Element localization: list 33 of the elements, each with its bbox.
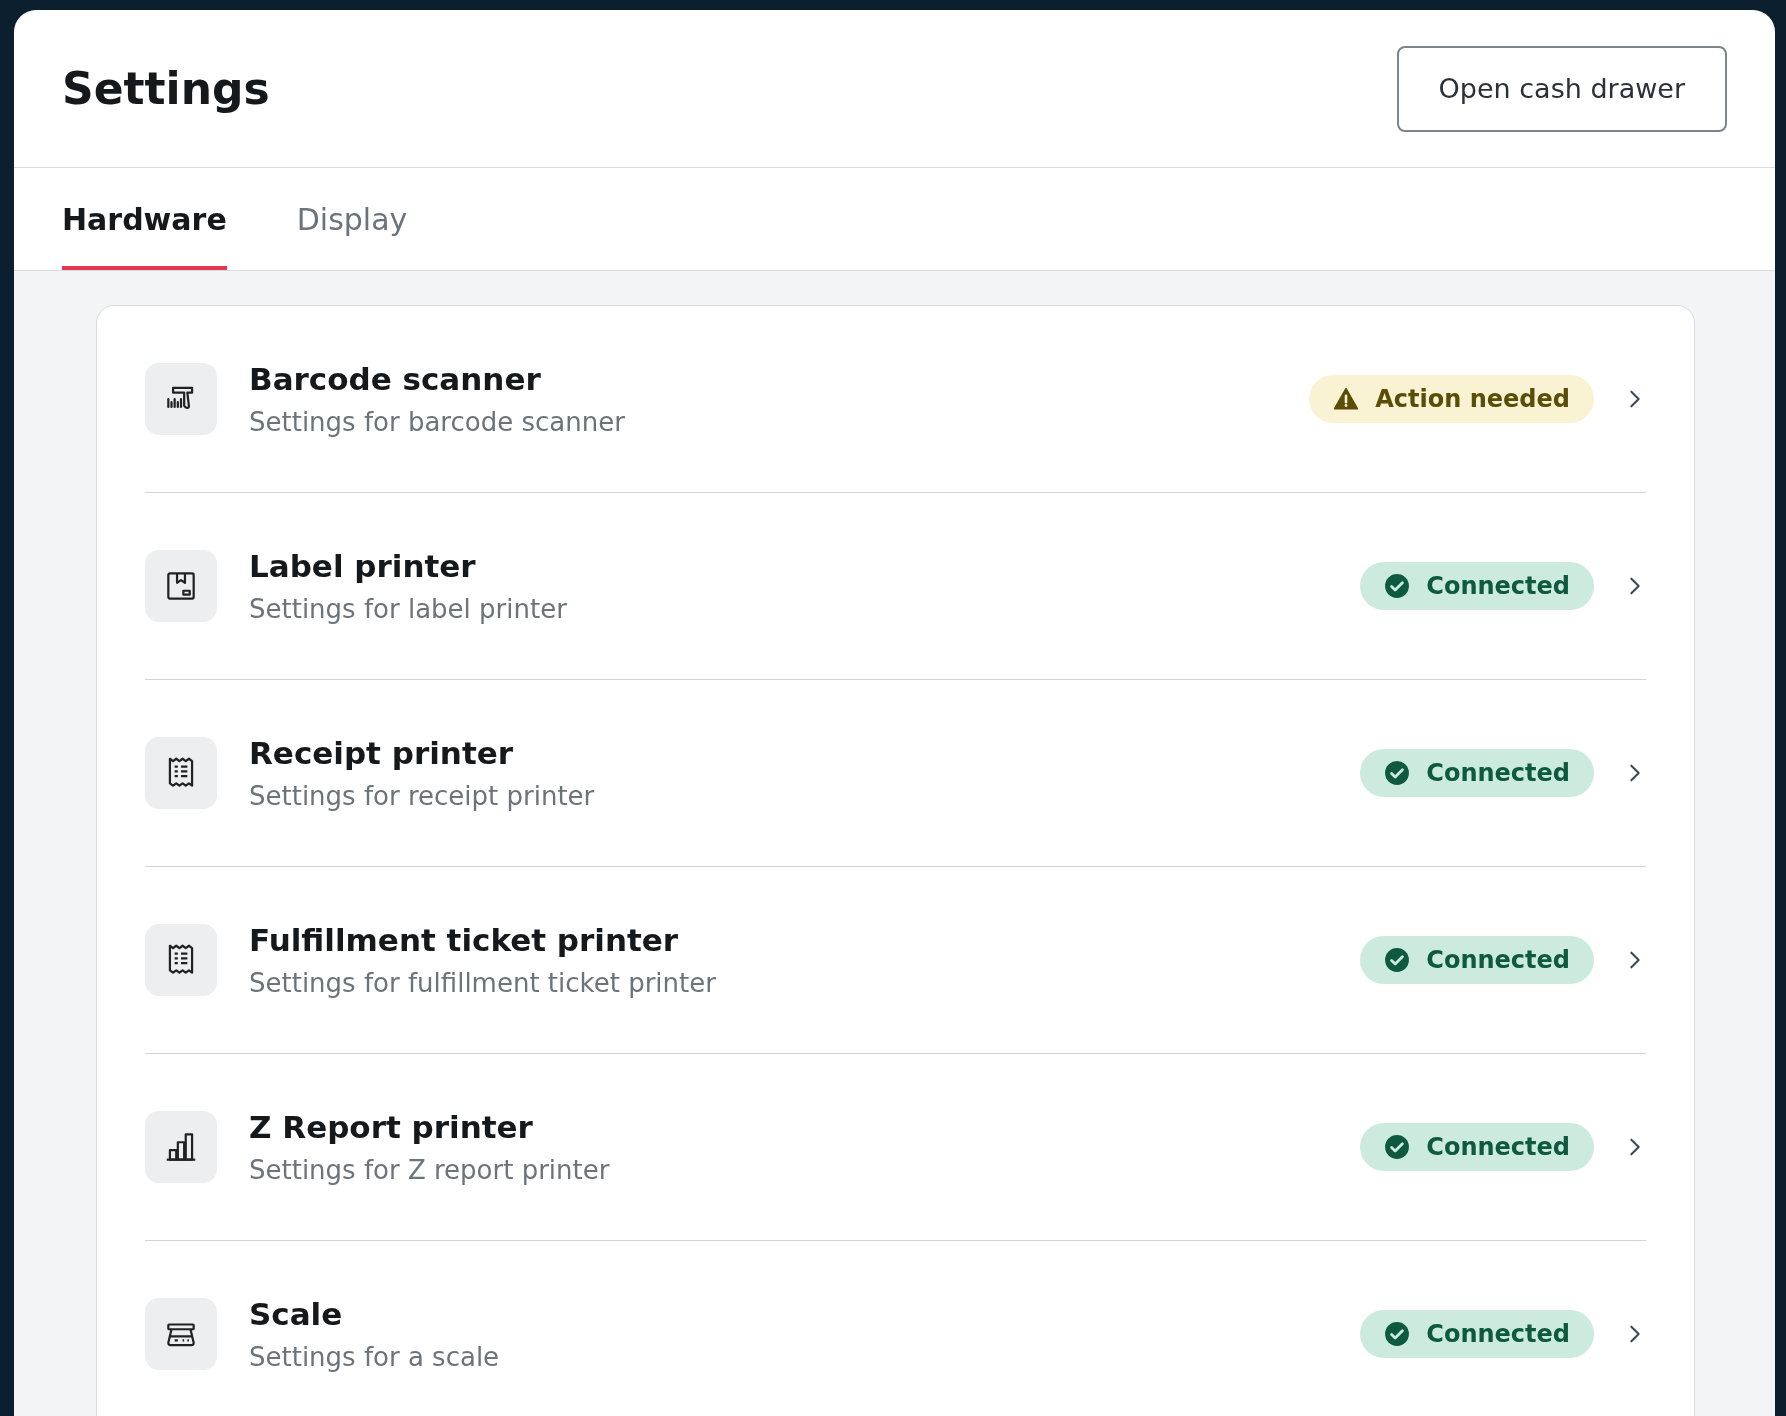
device-title: Scale <box>249 1296 344 1332</box>
device-title: Fulfillment ticket printer <box>249 922 680 958</box>
device-row[interactable]: Z Report printer Settings for Z report printer Connected <box>145 1054 1646 1241</box>
status-badge: Connected <box>1360 936 1594 984</box>
check-circle-icon <box>1384 1321 1411 1347</box>
open-cash-drawer-button[interactable]: Open cash drawer <box>1396 45 1727 132</box>
device-row[interactable]: Barcode scanner Settings for barcode scanner Action needed <box>145 306 1646 493</box>
check-circle-icon <box>1384 760 1411 786</box>
check-circle-icon <box>1384 1134 1411 1160</box>
check-circle-icon <box>1384 947 1411 973</box>
device-title: Barcode scanner <box>249 361 542 397</box>
device-title: Label printer <box>249 548 477 584</box>
status-badge: Connected <box>1360 749 1594 797</box>
check-circle-icon <box>1384 573 1411 599</box>
device-description: Settings for label printer <box>249 594 568 624</box>
status-badge: Action needed <box>1309 375 1594 423</box>
device-description: Settings for receipt printer <box>249 781 596 811</box>
device-description: Settings for a scale <box>249 1342 501 1372</box>
device-title: Receipt printer <box>249 735 515 771</box>
status-badge: Connected <box>1360 1310 1594 1358</box>
device-row[interactable]: Receipt printer Settings for receipt printer Connected <box>145 680 1646 867</box>
warning-icon <box>1333 386 1360 412</box>
device-description: Settings for Z report printer <box>249 1155 611 1185</box>
device-description: Settings for barcode scanner <box>249 407 626 437</box>
device-row[interactable]: Label printer Settings for label printer Connected <box>145 493 1646 680</box>
status-badge: Connected <box>1360 1123 1594 1171</box>
device-description: Settings for fulfillment ticket printer <box>249 968 717 998</box>
device-title: Z Report printer <box>249 1109 534 1145</box>
device-row[interactable]: Scale Settings for a scale Connected <box>145 1241 1646 1416</box>
page-title: Settings <box>62 63 270 114</box>
tab[interactable]: Display <box>296 172 408 270</box>
device-row[interactable]: Fulfillment ticket printer Settings for fulfillment ticket printer Connected <box>145 867 1646 1054</box>
status-badge: Connected <box>1360 562 1594 610</box>
